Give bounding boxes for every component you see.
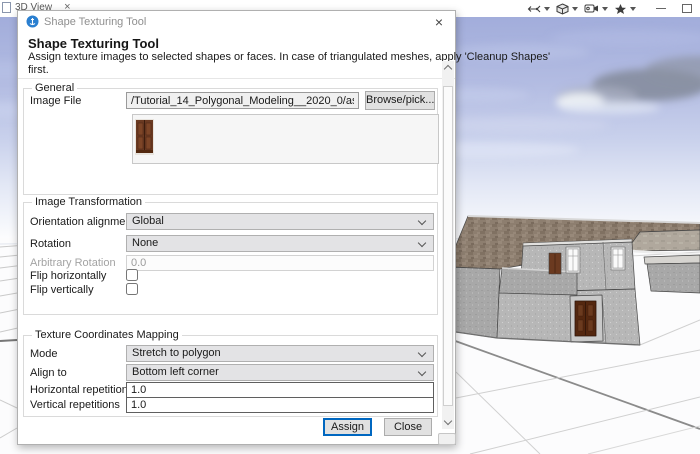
texture-mapping-legend: Texture Coordinates Mapping <box>32 329 182 341</box>
align-to-value: Bottom left corner <box>132 366 219 378</box>
app-logo-icon <box>26 15 39 28</box>
flip-vertically-label: Flip vertically <box>30 284 94 296</box>
general-legend: General <box>32 82 77 94</box>
walk-navigation-button[interactable] <box>527 3 550 15</box>
dialog-description-line2: first. <box>28 64 49 76</box>
rotation-value: None <box>132 237 158 249</box>
rotation-label: Rotation <box>30 238 71 250</box>
camera-icon <box>584 3 599 14</box>
door-texture-thumbnail <box>135 119 154 155</box>
assign-button[interactable]: Assign <box>323 418 372 436</box>
chevron-down-icon <box>418 368 426 376</box>
mode-value: Stretch to polygon <box>132 347 221 359</box>
view-style-caret[interactable] <box>572 7 578 11</box>
chevron-down-icon <box>418 239 426 247</box>
carport-roof <box>629 230 700 251</box>
arbitrary-rotation-input <box>126 255 434 271</box>
image-transformation-legend: Image Transformation <box>32 196 145 208</box>
dialog-heading: Shape Texturing Tool <box>28 36 159 51</box>
chevron-down-icon <box>418 349 426 357</box>
chevron-down-icon <box>418 217 426 225</box>
carport-beam <box>644 255 700 264</box>
rear-wing-wall <box>647 263 700 293</box>
scroll-down-icon[interactable] <box>444 417 452 425</box>
orientation-alignment-dropdown[interactable]: Global <box>126 213 434 230</box>
dialog-scrollbar[interactable] <box>442 61 454 429</box>
horizontal-repetitions-input[interactable] <box>126 382 434 398</box>
orientation-alignment-value: Global <box>132 215 164 227</box>
flip-horizontally-checkbox[interactable] <box>126 269 138 281</box>
dialog-description-line1: Assign texture images to selected shapes… <box>28 51 550 63</box>
favorites-star-icon <box>614 3 627 15</box>
texture-preview-panel <box>132 114 439 164</box>
walk-navigation-caret[interactable] <box>544 7 550 11</box>
content-separator <box>18 78 455 79</box>
dialog-close-button[interactable]: × <box>435 13 443 31</box>
horizontal-repetitions-label: Horizontal repetitions <box>30 384 133 396</box>
favorites-button[interactable] <box>614 3 636 15</box>
scroll-up-icon[interactable] <box>444 65 452 73</box>
camera-button[interactable] <box>584 3 608 14</box>
image-file-label: Image File <box>30 95 81 107</box>
flip-horizontally-label: Flip horizontally <box>30 270 106 282</box>
mode-dropdown[interactable]: Stretch to polygon <box>126 345 434 362</box>
align-to-label: Align to <box>30 367 67 379</box>
lower-wall <box>497 289 640 345</box>
mode-label: Mode <box>30 348 58 360</box>
flip-vertically-checkbox[interactable] <box>126 283 138 295</box>
favorites-caret[interactable] <box>630 7 636 11</box>
document-tab-icon <box>2 2 11 13</box>
walk-navigation-icon <box>527 3 541 15</box>
resize-grip[interactable] <box>438 433 456 445</box>
rotation-dropdown[interactable]: None <box>126 235 434 252</box>
camera-caret[interactable] <box>602 7 608 11</box>
vertical-repetitions-input[interactable] <box>126 397 434 413</box>
minimize-button[interactable] <box>656 8 666 9</box>
dialog-title: Shape Texturing Tool <box>44 16 146 28</box>
view-style-button[interactable] <box>556 3 578 15</box>
orientation-alignment-label: Orientation alignment <box>30 216 135 228</box>
vertical-repetitions-label: Vertical repetitions <box>30 399 120 411</box>
arbitrary-rotation-label: Arbitrary Rotation <box>30 257 116 269</box>
align-to-dropdown[interactable]: Bottom left corner <box>126 364 434 381</box>
maximize-button[interactable] <box>682 4 692 13</box>
dialog-titlebar[interactable]: Shape Texturing Tool × <box>18 11 455 33</box>
view-cube-icon <box>556 3 569 15</box>
browse-pick-button[interactable]: Browse/pick... <box>365 91 435 110</box>
shape-texturing-dialog: Shape Texturing Tool × Shape Texturing T… <box>17 10 456 445</box>
image-file-input[interactable] <box>126 92 359 109</box>
close-button[interactable]: Close <box>384 418 432 436</box>
scrollbar-thumb[interactable] <box>443 86 453 406</box>
